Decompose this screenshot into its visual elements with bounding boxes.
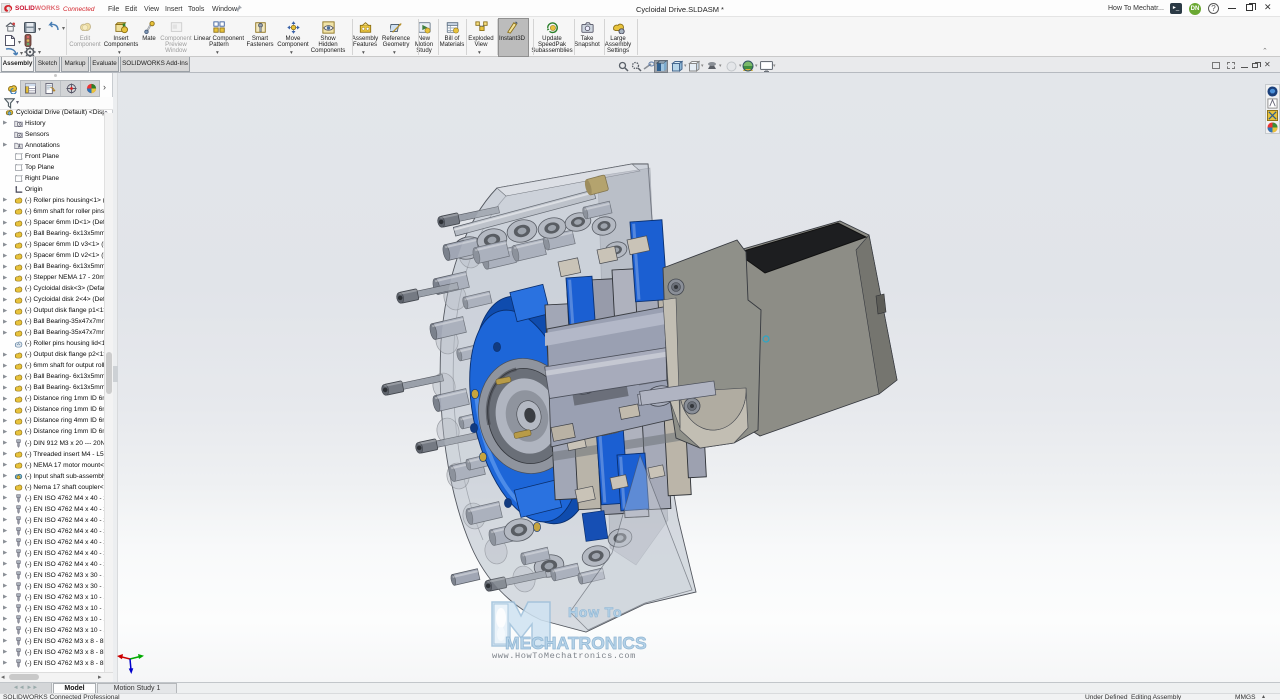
svg-text:MECHATRONICS: MECHATRONICS — [505, 633, 647, 653]
svg-text:How To: How To — [568, 604, 622, 620]
